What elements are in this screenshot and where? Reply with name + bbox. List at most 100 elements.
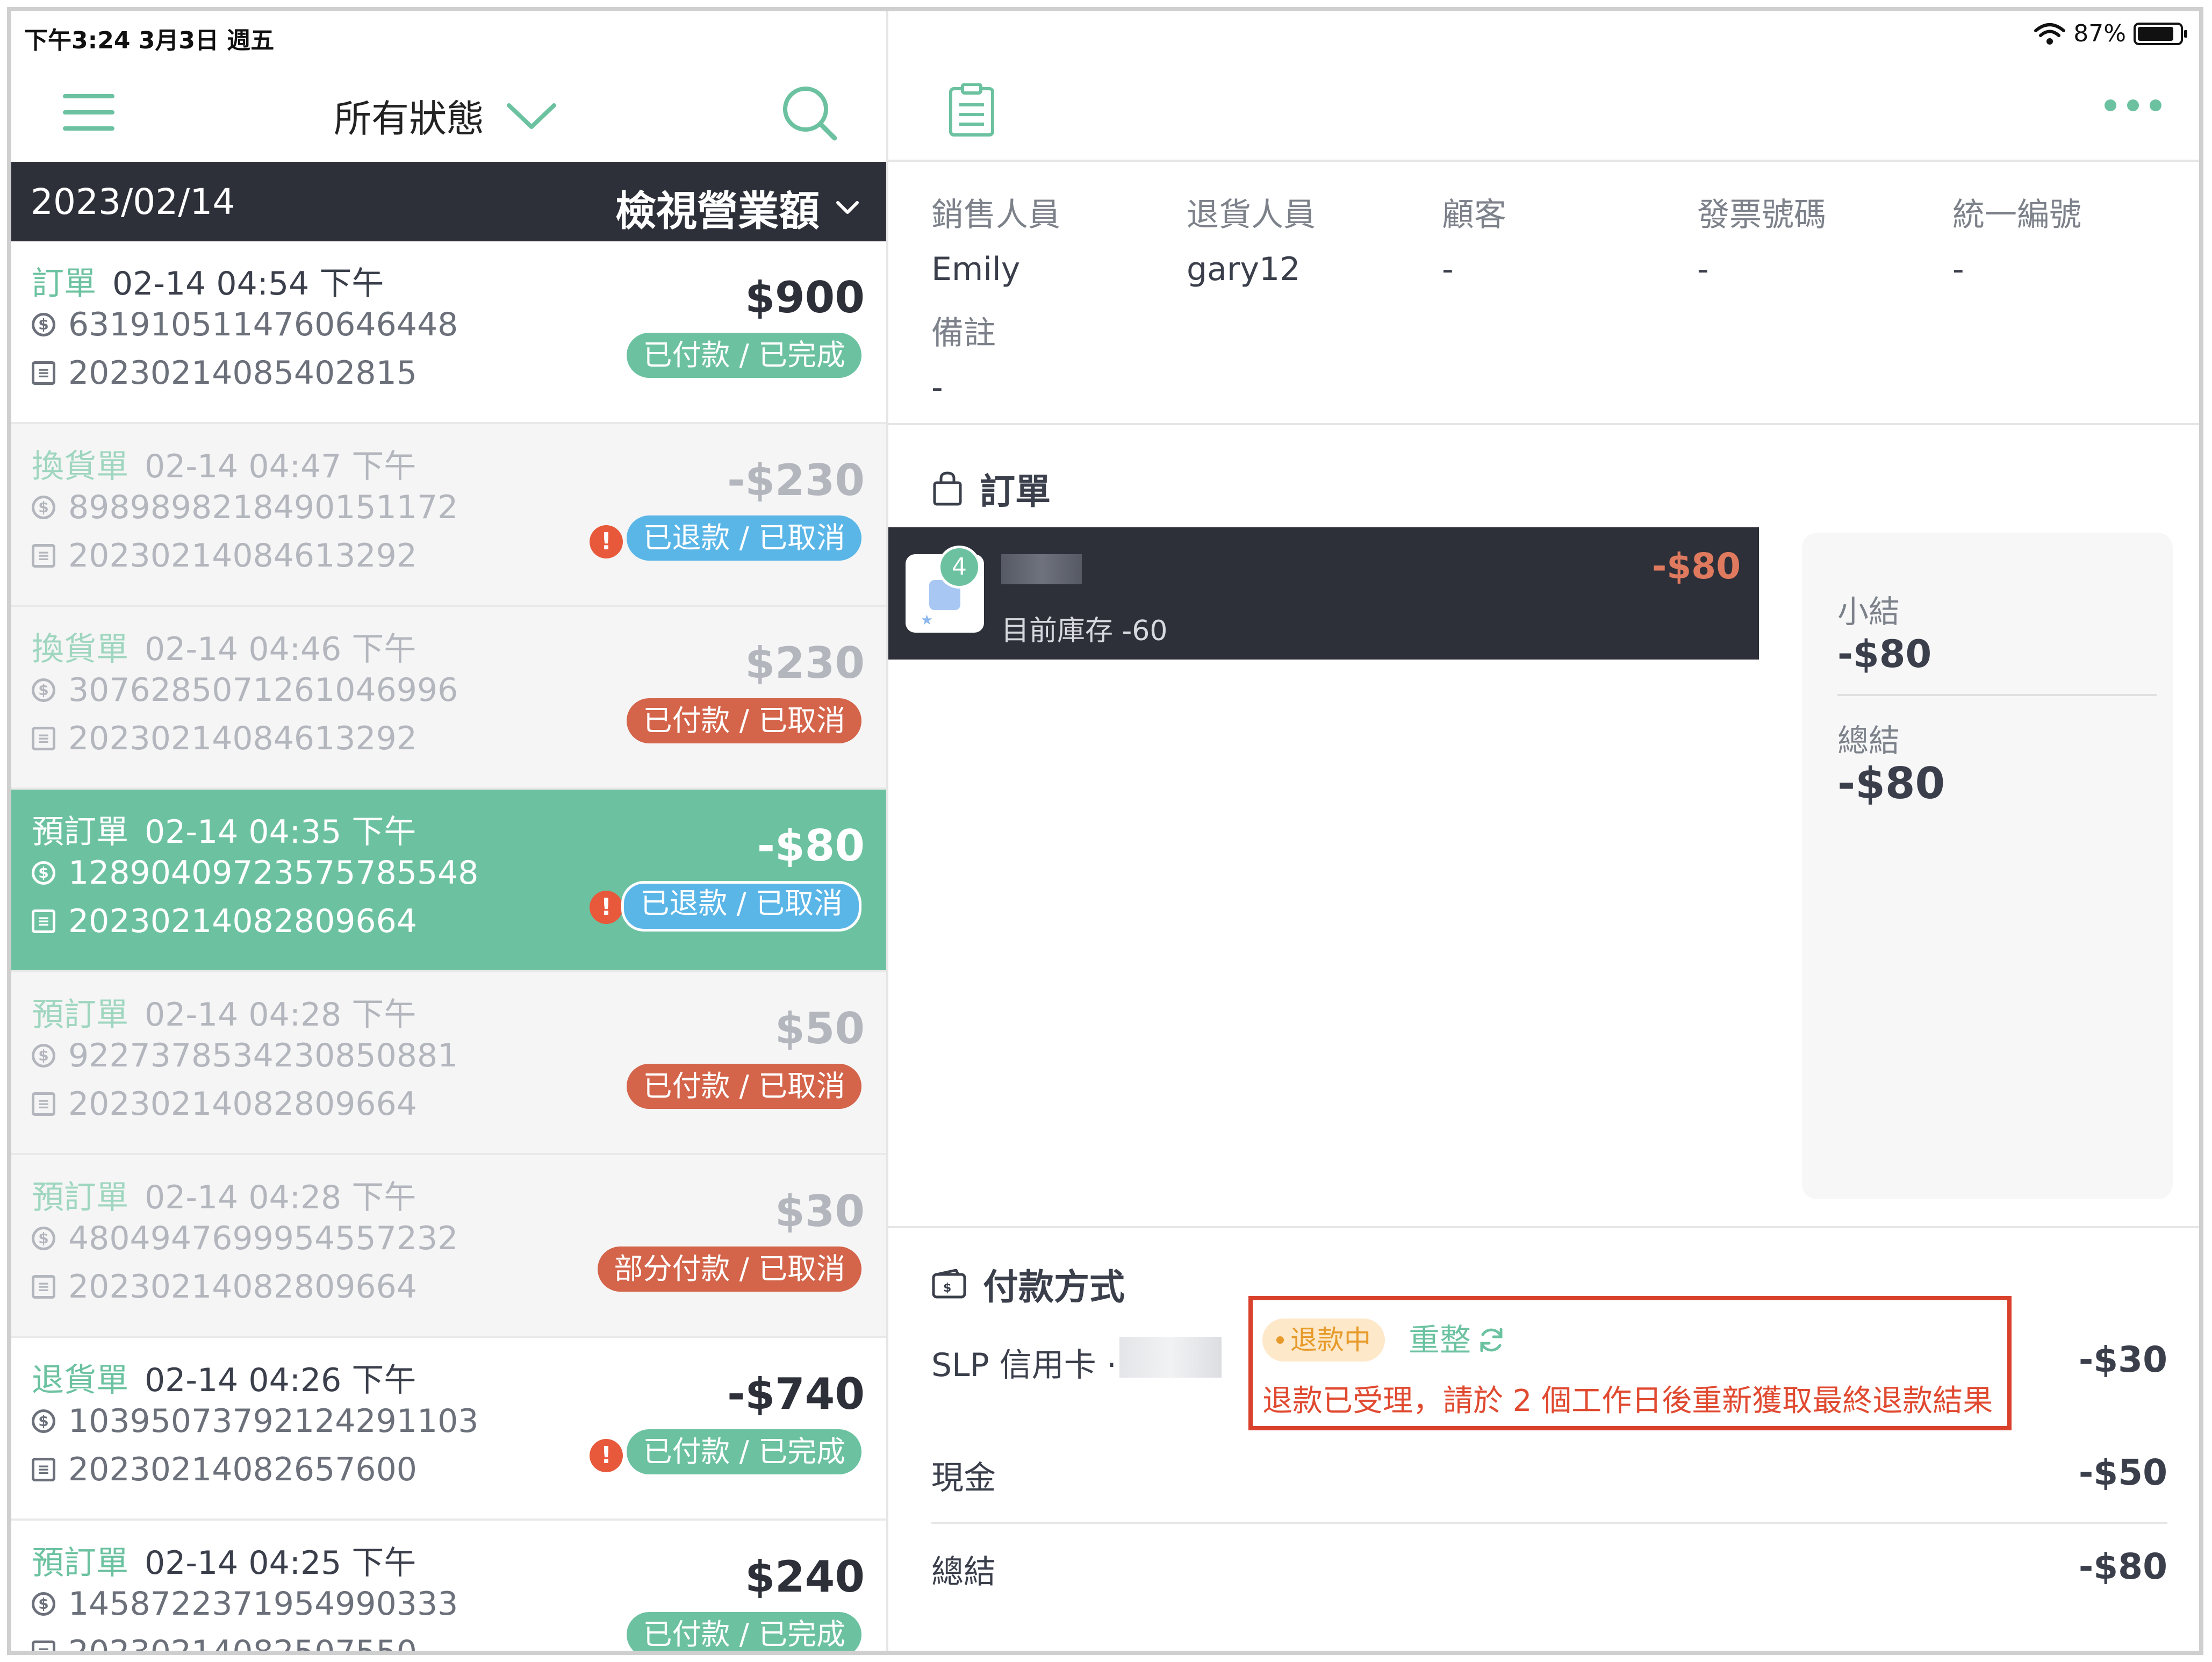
status-filter-dropdown[interactable]: 所有狀態 xyxy=(334,89,557,143)
order-title: 換貨單 02-14 04:46 下午 xyxy=(32,623,416,670)
info-sales-label: 銷售人員 xyxy=(931,196,1060,234)
order-time: 02-14 04:28 下午 xyxy=(145,1179,416,1216)
info-tax-id: 統一編號 - xyxy=(1952,189,2199,288)
subtotal-value: -$80 xyxy=(1837,632,1932,676)
order-amount: $900 xyxy=(745,273,865,323)
order-time: 02-14 04:26 下午 xyxy=(145,1362,416,1399)
refresh-button[interactable]: 重整 xyxy=(1409,1319,1506,1362)
order-invoice-line: ≡ 20230214085402815 xyxy=(32,354,417,392)
payment-section-title: $ 付款方式 xyxy=(931,1258,1125,1310)
subtotal-label: 小結 xyxy=(1837,593,1900,630)
order-list-panel: 所有狀態 2023/02/14 檢視營業額 訂單 02-14 04:54 下午 … xyxy=(11,11,888,1651)
order-amount: $30 xyxy=(775,1186,865,1236)
cash-payment-amount: -$50 xyxy=(2078,1452,2167,1493)
order-section-label: 訂單 xyxy=(980,471,1051,512)
alert-icon: ! xyxy=(590,1439,623,1472)
order-list-item[interactable]: 預訂單 02-14 04:25 下午 $ 1458722371954990333… xyxy=(11,1521,886,1655)
order-payment-line: $ 3076285071261046996 xyxy=(32,671,458,709)
alert-icon: ! xyxy=(590,525,623,558)
order-payment-id: 3076285071261046996 xyxy=(68,671,458,709)
receipt-icon: ≡ xyxy=(32,1458,55,1481)
order-time: 02-14 04:35 下午 xyxy=(145,813,416,851)
order-amount: $230 xyxy=(745,638,865,688)
chevron-down-icon xyxy=(836,201,859,214)
order-invoice-id: 20230214082809664 xyxy=(68,1268,417,1306)
info-sales-value: Emily xyxy=(931,250,1021,288)
divider xyxy=(931,1522,2167,1524)
view-revenue-label: 檢視營業額 xyxy=(615,187,820,235)
wallet-icon: $ xyxy=(932,1269,966,1299)
info-return: 退貨人員 gary12 xyxy=(1187,189,1439,288)
item-stock: 目前庫存 -60 xyxy=(1001,615,1168,647)
order-title: 訂單 02-14 04:54 下午 xyxy=(32,257,384,304)
order-status-badge: 已付款 / 已完成 xyxy=(627,1612,861,1651)
more-options-icon[interactable] xyxy=(2105,99,2161,111)
order-amount: -$230 xyxy=(727,455,865,505)
hamburger-menu-icon[interactable] xyxy=(63,94,114,132)
order-invoice-id: 20230214085402815 xyxy=(68,354,417,392)
order-list-item[interactable]: 退貨單 02-14 04:26 下午 $ 1039507379212429110… xyxy=(11,1338,886,1521)
receipt-icon: ≡ xyxy=(32,544,55,568)
order-invoice-line: ≡ 20230214082657600 xyxy=(32,1451,417,1488)
order-list-item[interactable]: 預訂單 02-14 04:28 下午 $ 9227378534230850881… xyxy=(11,972,886,1155)
coin-icon: $ xyxy=(32,313,55,336)
order-list-item[interactable]: 訂單 02-14 04:54 下午 $ 6319105114760646448 … xyxy=(11,241,886,424)
order-payment-id: 6319105114760646448 xyxy=(68,306,458,343)
order-title: 換貨單 02-14 04:47 下午 xyxy=(32,440,416,487)
order-title: 預訂單 02-14 04:25 下午 xyxy=(32,1537,416,1584)
alert-icon: ! xyxy=(590,891,623,924)
order-invoice-id: 20230214082507550 xyxy=(68,1634,417,1655)
order-payment-line: $ 9227378534230850881 xyxy=(32,1037,458,1074)
info-customer: 顧客 - xyxy=(1442,189,1694,288)
divider xyxy=(888,423,2199,425)
view-revenue-button[interactable]: 檢視營業額 xyxy=(615,178,859,237)
order-list-item[interactable]: 換貨單 02-14 04:47 下午 $ 8989898218490151172… xyxy=(11,424,886,607)
quantity-badge: 4 xyxy=(938,546,981,589)
payment-total-name: 總結 xyxy=(931,1553,996,1591)
info-customer-value: - xyxy=(1442,250,1454,288)
order-payment-line: $ 8989898218490151172 xyxy=(32,489,458,526)
order-amount: $240 xyxy=(745,1552,865,1602)
order-list-item[interactable]: 換貨單 02-14 04:46 下午 $ 3076285071261046996… xyxy=(11,607,886,790)
coin-icon: $ xyxy=(32,1227,55,1250)
order-detail-panel: 銷售人員 Emily 退貨人員 gary12 顧客 - 發票號碼 - 統一編號 … xyxy=(888,11,2199,1651)
refund-note: 退款已受理，請於 2 個工作日後重新獲取最終退款結果 xyxy=(1262,1384,1993,1419)
date-bar: 2023/02/14 檢視營業額 xyxy=(11,162,886,241)
order-type: 換貨單 xyxy=(32,631,128,668)
order-payment-id: 9227378534230850881 xyxy=(68,1037,458,1074)
order-payment-id: 8989898218490151172 xyxy=(68,489,458,526)
search-icon[interactable] xyxy=(780,83,839,142)
left-header: 所有狀態 xyxy=(11,56,886,164)
card-number-redacted xyxy=(1119,1337,1222,1378)
order-invoice-line: ≡ 20230214082507550 xyxy=(32,1634,417,1655)
info-customer-label: 顧客 xyxy=(1442,196,1506,234)
receipt-icon: ≡ xyxy=(32,1092,55,1116)
order-payment-line: $ 1289040972357578554​8 xyxy=(32,854,478,892)
order-item-row[interactable]: ★ 4 目前庫存 -60 -$80 xyxy=(888,527,1759,660)
receipt-icon: ≡ xyxy=(32,361,55,385)
order-invoice-line: ≡ 20230214082809664 xyxy=(32,1085,417,1123)
order-payment-id: 1039507379212429110​3 xyxy=(68,1402,479,1440)
info-note-value: - xyxy=(931,369,943,406)
order-amount: -$740 xyxy=(727,1369,865,1419)
info-tax-label: 統一編號 xyxy=(1952,196,2081,234)
summary-divider xyxy=(1837,694,2157,696)
info-note: 備註 - xyxy=(931,307,1184,406)
info-note-label: 備註 xyxy=(931,314,996,352)
card-payment-amount: -$30 xyxy=(2078,1339,2167,1380)
clipboard-icon[interactable] xyxy=(947,83,996,137)
receipt-icon: ≡ xyxy=(32,1275,55,1299)
order-payment-line: $ 4804947699954557232 xyxy=(32,1220,458,1257)
order-status-badge: 部分付款 / 已取消 xyxy=(598,1246,861,1292)
summary-total-label: 總結 xyxy=(1837,722,1900,759)
summary-total-value: -$80 xyxy=(1837,758,1945,808)
coin-icon: $ xyxy=(32,678,55,702)
order-section-title: 訂單 xyxy=(931,463,1051,514)
order-list-item[interactable]: 預訂單 02-14 04:28 下午 $ 4804947699954557232… xyxy=(11,1155,886,1338)
refresh-label: 重整 xyxy=(1409,1322,1471,1358)
info-invoice: 發票號碼 - xyxy=(1697,189,1950,288)
refresh-icon xyxy=(1480,1328,1503,1352)
info-return-value: gary12 xyxy=(1187,250,1301,288)
order-time: 02-14 04:54 下午 xyxy=(112,265,384,303)
order-list-item[interactable]: 預訂單 02-14 04:35 下午 $ 1289040972357578554… xyxy=(11,790,886,972)
